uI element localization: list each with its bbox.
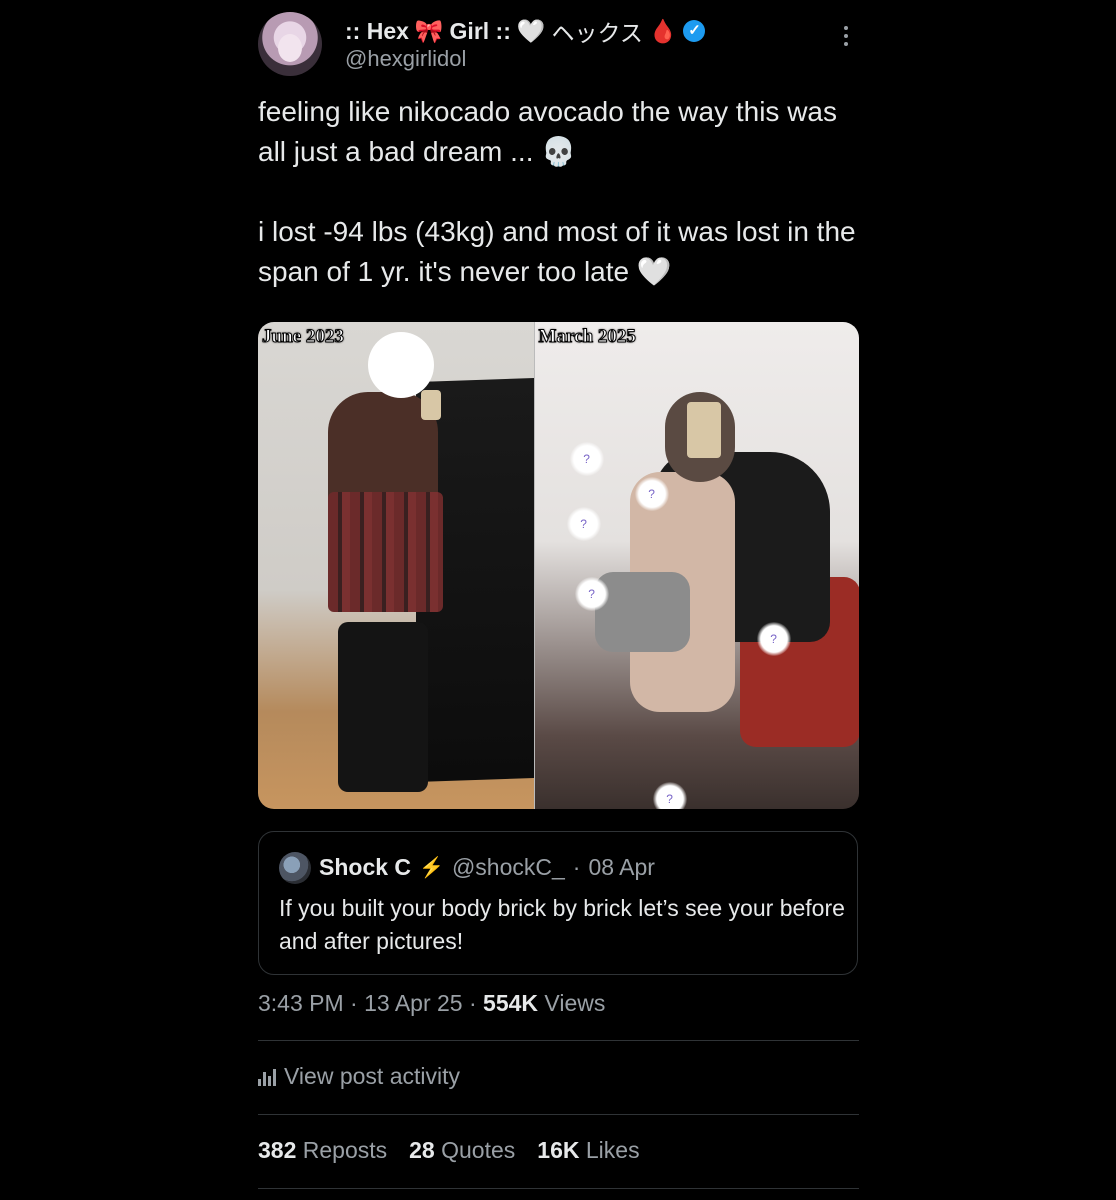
plaid-skirt — [328, 492, 443, 612]
tweet-paragraph-2: i lost -94 lbs (43kg) and most of it was… — [258, 216, 856, 287]
author-avatar[interactable] — [258, 12, 322, 76]
reposts-stat[interactable]: 382 Reposts — [258, 1137, 387, 1164]
engagement-stats: 382 Reposts 28 Quotes 16K Likes — [258, 1137, 640, 1164]
verified-badge-icon: ✓ — [683, 20, 706, 42]
censor-bubble: ? — [569, 442, 604, 476]
divider — [258, 1114, 859, 1115]
quotes-label: Quotes — [441, 1137, 516, 1163]
quoted-post-date: 08 Apr — [588, 854, 655, 880]
tweet-paragraph-1: feeling like nikocado avocado the way th… — [258, 96, 838, 167]
quoted-author-handle: @shockC_ — [451, 854, 565, 880]
bow-emoji: 🎀 — [414, 17, 444, 44]
figure-legs — [338, 622, 428, 792]
quoted-post-header: Shock C ⚡ @shockC_ · 08 Apr — [319, 854, 655, 881]
divider — [258, 1188, 859, 1189]
post-time[interactable]: 3:43 PM — [258, 990, 344, 1016]
author-display-name[interactable]: :: Hex 🎀 Girl :: 🤍 ヘックス 🩸 ✓ — [345, 14, 706, 48]
reposts-label: Reposts — [302, 1137, 388, 1163]
censor-bubble: ? — [574, 577, 609, 611]
face-censor-circle — [368, 332, 434, 398]
censor-bubble: ? — [566, 507, 601, 541]
quoted-author-name: Shock C — [319, 854, 412, 880]
likes-count: 16K — [537, 1137, 580, 1163]
censor-bubble: ? — [652, 782, 687, 809]
quoted-post-text: If you built your body brick by brick le… — [279, 895, 845, 954]
views-count: 554K — [483, 990, 539, 1016]
grey-shorts — [594, 572, 690, 652]
quotes-stat[interactable]: 28 Quotes — [409, 1137, 515, 1164]
reposts-count: 382 — [258, 1137, 297, 1163]
blood-drop-emoji: 🩸 — [648, 17, 678, 44]
lightning-icon: ⚡ — [419, 857, 444, 879]
separator-dot: · — [350, 990, 358, 1016]
censor-bubble: ? — [756, 622, 791, 656]
more-options-icon[interactable] — [838, 22, 854, 52]
phone — [686, 402, 721, 458]
before-date-label: June 2023 — [262, 326, 345, 348]
author-handle[interactable]: @hexgirlidol — [345, 46, 466, 72]
after-date-label: March 2025 — [538, 326, 636, 348]
view-post-activity-label: View post activity — [284, 1063, 460, 1089]
views-label: Views — [544, 990, 606, 1016]
separator-dot: · — [572, 854, 581, 880]
name-japanese: ヘックス — [551, 20, 643, 46]
name-suffix: Girl :: — [449, 17, 511, 44]
quoted-post[interactable]: Shock C ⚡ @shockC_ · 08 Apr If you built… — [258, 831, 858, 975]
censor-bubble: ? — [634, 477, 669, 511]
tweet-body: feeling like nikocado avocado the way th… — [258, 92, 868, 292]
heart-emoji: 🤍 — [516, 17, 546, 44]
quotes-count: 28 — [409, 1137, 435, 1163]
separator-dot: · — [468, 990, 477, 1016]
tweet-photo[interactable]: June 2023 ? ? ? ? ? ? March 2025 — [258, 322, 859, 809]
before-photo: June 2023 — [258, 322, 534, 809]
post-timestamp: 3:43 PM · 13 Apr 25 · 554K Views — [258, 990, 605, 1017]
quoted-author-avatar — [279, 852, 311, 884]
phone — [421, 390, 441, 420]
avatar-face — [278, 34, 302, 62]
name-prefix: :: Hex — [345, 17, 409, 44]
after-photo: ? ? ? ? ? ? March 2025 — [533, 322, 859, 809]
analytics-icon — [258, 1068, 276, 1086]
divider — [258, 1040, 859, 1041]
view-post-activity-link[interactable]: View post activity — [258, 1063, 460, 1090]
likes-stat[interactable]: 16K Likes — [537, 1137, 639, 1164]
likes-label: Likes — [585, 1137, 640, 1163]
post-date[interactable]: 13 Apr 25 — [364, 990, 462, 1016]
